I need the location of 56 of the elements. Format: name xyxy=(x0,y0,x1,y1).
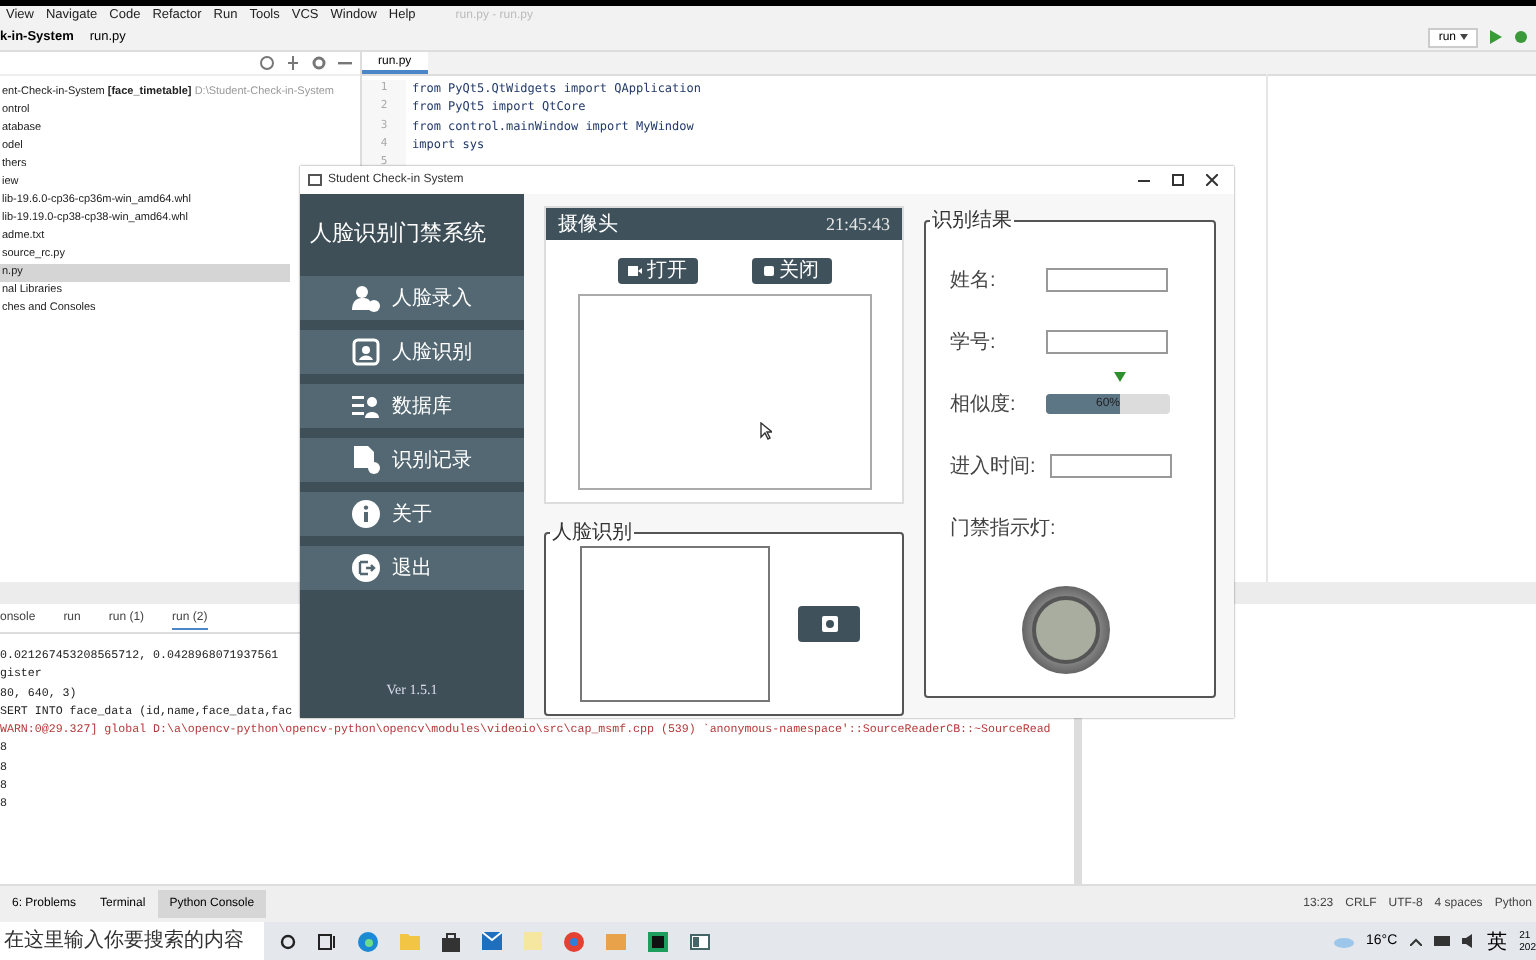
field-label: 相似度: xyxy=(950,391,1018,418)
play-icon[interactable] xyxy=(1490,30,1502,44)
portrait-icon xyxy=(352,338,380,366)
group-title: 人脸识别 xyxy=(550,520,634,546)
info-icon xyxy=(352,500,380,528)
cloud-icon xyxy=(1334,935,1355,947)
search-field[interactable]: 在这里输入你要搜索的内容 xyxy=(0,922,264,960)
text-field[interactable] xyxy=(1046,268,1168,292)
mail-icon[interactable] xyxy=(482,932,502,950)
circle-icon[interactable] xyxy=(280,933,296,949)
clock-text: 21:45:43 xyxy=(825,214,890,234)
pycharm-icon[interactable] xyxy=(648,931,668,951)
nav-button[interactable]: 人脸录入 xyxy=(300,276,524,320)
minimize-icon[interactable] xyxy=(1138,179,1150,181)
nav-button[interactable]: 关于 xyxy=(300,492,524,536)
task-view-icon[interactable] xyxy=(318,933,336,949)
close-camera-button[interactable]: 关闭 xyxy=(751,258,831,284)
close-icon[interactable] xyxy=(1206,174,1218,186)
camera-icon xyxy=(627,266,641,276)
marker-icon xyxy=(1114,372,1127,382)
text-field[interactable] xyxy=(1050,454,1172,478)
chrome-icon[interactable] xyxy=(564,931,584,951)
document-icon xyxy=(352,446,380,474)
ime-indicator[interactable]: 英 xyxy=(1487,927,1508,955)
text-field[interactable] xyxy=(1046,330,1168,354)
nav-button[interactable]: 识别记录 xyxy=(300,438,524,482)
nav-button[interactable]: 退出 xyxy=(300,546,524,590)
cursor-icon xyxy=(760,422,772,440)
capture-icon xyxy=(821,616,837,632)
list-person-icon xyxy=(352,392,380,420)
bag-icon[interactable] xyxy=(442,931,460,951)
caret-icon xyxy=(1460,34,1468,40)
open-button[interactable]: 打开 xyxy=(617,258,697,284)
group-title: 识别结果 xyxy=(930,207,1014,234)
window-icon[interactable] xyxy=(690,933,710,949)
field-label: 姓名: xyxy=(950,268,998,294)
indicator-lamp xyxy=(1022,586,1110,674)
panel-title: 摄像头 xyxy=(558,211,618,238)
app-icon xyxy=(308,174,322,186)
nav-button[interactable]: 人脸识别 xyxy=(300,330,524,374)
collapse-icon[interactable] xyxy=(286,56,300,70)
debug-icon[interactable] xyxy=(1514,30,1528,44)
nav-button[interactable]: 数据库 xyxy=(300,384,524,428)
app-heading: 人脸识别门禁系统 xyxy=(308,217,488,249)
target-icon[interactable] xyxy=(260,56,274,70)
field-label: 进入时间: xyxy=(950,453,1038,480)
caret-up-icon[interactable] xyxy=(1409,937,1422,945)
speaker-icon[interactable] xyxy=(1461,934,1476,948)
capture-button[interactable] xyxy=(798,606,860,642)
square-icon xyxy=(763,266,773,276)
person-plus-icon xyxy=(352,284,380,312)
maximize-icon[interactable] xyxy=(1172,174,1184,186)
field-label: 学号: xyxy=(950,330,998,356)
browser-icon[interactable] xyxy=(358,931,378,951)
exit-icon xyxy=(352,554,380,582)
settings-icon[interactable] xyxy=(312,56,326,70)
